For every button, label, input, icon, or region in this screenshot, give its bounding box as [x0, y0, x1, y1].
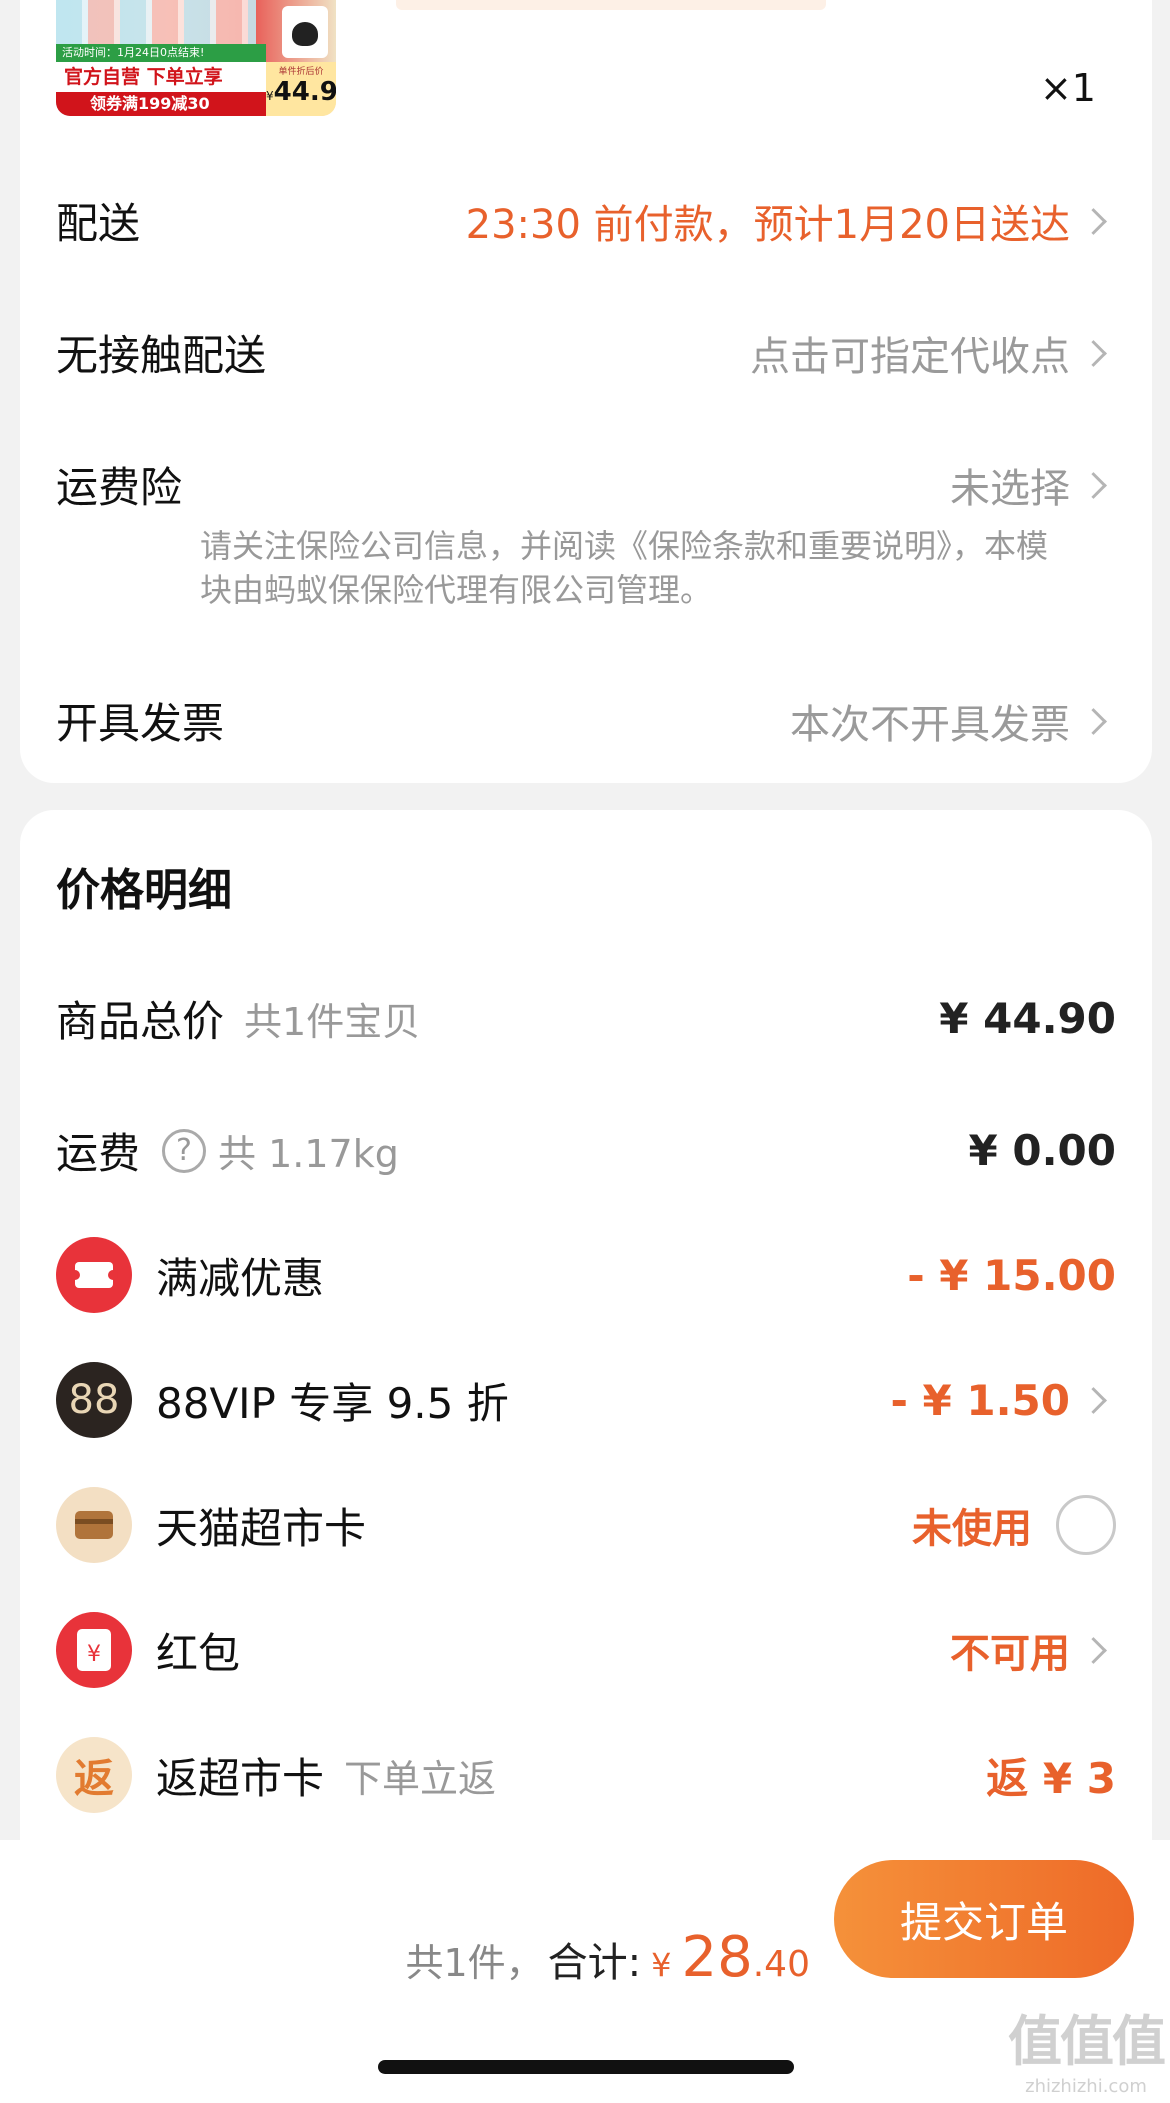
full-discount-label: 满减优惠 [156, 1253, 325, 1303]
red-packet-value: 不可用 [950, 1631, 1070, 1677]
shipping-insurance-label: 运费险 [56, 463, 183, 512]
thumb-line2: 领券满199减30 [56, 92, 266, 116]
invoice-value: 本次不开具发票 [790, 701, 1070, 748]
delivery-row[interactable]: 配送 23:30 前付款，预计1月20日送达 [56, 190, 1116, 251]
vip-discount-row[interactable]: 88 88VIP 专享 9.5 折 - ¥ 1.50 [56, 1362, 1116, 1438]
shipping-fee-label: 运费 [56, 1129, 141, 1178]
chevron-right-icon [1076, 1630, 1116, 1670]
help-question-icon[interactable]: ? [162, 1128, 207, 1173]
shipping-insurance-value: 未选择 [950, 465, 1070, 512]
rebate-icon: 返 [56, 1737, 132, 1813]
thumb-price-symbol: ¥ [266, 89, 274, 103]
market-card-row[interactable]: 天猫超市卡 未使用 [56, 1487, 1116, 1563]
goods-total-row: 商品总价 共1件宝贝 ¥ 44.90 [56, 988, 1116, 1049]
goods-total-label: 商品总价 [56, 997, 225, 1046]
goods-total-sub: 共1件宝贝 [244, 1000, 421, 1044]
submit-order-button[interactable]: 提交订单 [834, 1860, 1134, 1978]
thumb-ribbon: 活动时间：1月24日0点结束! [56, 44, 266, 62]
insurance-note: 请关注保险公司信息，并阅读《保险条款和重要说明》，本模块由蚂蚁保保险代理有限公司… [200, 527, 1049, 609]
total-label: 合计: [547, 1940, 642, 1986]
invoice-row[interactable]: 开具发票 本次不开具发票 [56, 690, 1116, 751]
rebate-card-value: 返 ¥ 3 [986, 1753, 1116, 1803]
total-currency: ¥ [651, 1946, 672, 1984]
red-envelope-icon: ¥ [56, 1612, 132, 1688]
rebate-card-label: 返超市卡 [156, 1753, 325, 1803]
88vip-icon: 88 [56, 1362, 132, 1438]
product-title-stub [396, 0, 826, 10]
chevron-right-icon [1076, 333, 1116, 373]
contactless-label: 无接触配送 [56, 331, 267, 380]
home-indicator[interactable] [378, 2060, 794, 2074]
market-card-value: 未使用 [912, 1506, 1032, 1552]
contactless-delivery-row[interactable]: 无接触配送 点击可指定代收点 [56, 322, 1116, 383]
invoice-label: 开具发票 [56, 699, 225, 748]
thumb-price-value: 44.9 [273, 77, 336, 107]
shipping-fee-row: 运费 ? 共 1.17kg ¥ 0.00 [56, 1120, 1116, 1181]
chevron-right-icon [1076, 201, 1116, 241]
rebate-card-sub: 下单立返 [344, 1756, 497, 1801]
thumb-price-label: 单件折后价 [278, 67, 324, 77]
price-detail-title: 价格明细 [56, 865, 232, 916]
watermark-logo: 值值值 [1008, 2010, 1166, 2073]
red-packet-row[interactable]: ¥ 红包 不可用 [56, 1612, 1116, 1688]
watermark: 值值值 zhizhizhi.com [1008, 1997, 1166, 2097]
order-summary: 共1件， 合计: ¥ 28 .40 [405, 1925, 810, 1990]
card-icon [56, 1487, 132, 1563]
total-decimal: .40 [752, 1944, 810, 1985]
product-quantity: ×1 [1039, 66, 1096, 110]
watermark-url: zhizhizhi.com [1025, 2076, 1147, 2097]
full-discount-value: - ¥ 15.00 [907, 1250, 1116, 1300]
goods-total-value: ¥ 44.90 [939, 994, 1116, 1043]
product-thumbnail[interactable]: 活动时间：1月24日0点结束! 官方自营 下单立享 领券满199减30 单件折后… [56, 0, 336, 116]
full-discount-row: 满减优惠 - ¥ 15.00 [56, 1237, 1116, 1313]
thumb-price-box: 单件折后价 ¥44.9 [266, 62, 336, 116]
chevron-right-icon [1076, 1380, 1116, 1420]
shipping-insurance-row[interactable]: 运费险 未选择 [56, 454, 1116, 515]
checkout-bar: 共1件， 合计: ¥ 28 .40 提交订单 值值值 zhizhizhi.com [0, 1840, 1170, 2103]
market-card-radio[interactable] [1056, 1495, 1116, 1555]
delivery-label: 配送 [56, 199, 141, 248]
contactless-value: 点击可指定代收点 [750, 333, 1070, 380]
total-integer: 28 [681, 1925, 753, 1990]
red-packet-label: 红包 [156, 1628, 241, 1678]
thumb-line1: 官方自营 下单立享 [56, 62, 266, 92]
coupon-ticket-icon [56, 1237, 132, 1313]
item-count: 共1件， [405, 1941, 544, 1985]
tmall-cat-icon [282, 6, 328, 58]
chevron-right-icon [1076, 465, 1116, 505]
rebate-card-row: 返 返超市卡 下单立返 返 ¥ 3 [56, 1737, 1116, 1813]
vip-discount-value: - ¥ 1.50 [890, 1375, 1070, 1425]
shipping-fee-value: ¥ 0.00 [968, 1126, 1116, 1175]
shipping-weight: 共 1.17kg [218, 1132, 399, 1176]
market-card-label: 天猫超市卡 [156, 1503, 367, 1553]
order-options-card: 活动时间：1月24日0点结束! 官方自营 下单立享 领券满199减30 单件折后… [20, 0, 1152, 783]
vip-discount-label: 88VIP 专享 9.5 折 [156, 1378, 509, 1428]
thumb-price: ¥44.9 [266, 77, 336, 111]
delivery-value: 23:30 前付款，预计1月20日送达 [465, 201, 1070, 248]
chevron-right-icon [1076, 701, 1116, 741]
